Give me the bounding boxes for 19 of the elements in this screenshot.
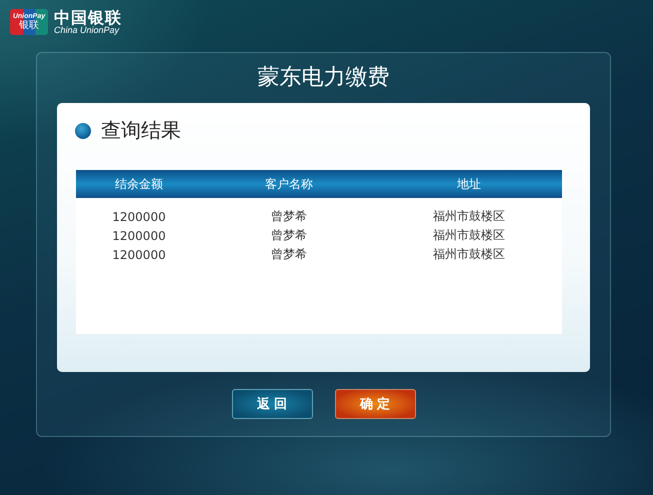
table-cell-text: 福州市鼓楼区 [432, 227, 506, 244]
table-cell-text: 1200000 [111, 248, 167, 262]
brand-name: China UnionPay [54, 26, 120, 34]
section-heading: 查询结果 [101, 117, 181, 144]
confirm-button[interactable]: 确定 [334, 389, 416, 419]
column-header: 客户名称 [264, 176, 314, 192]
back-button[interactable]: 返回 [232, 389, 312, 419]
page-title: 蒙东电力缴费 [258, 64, 390, 92]
table-cell-text: 福州市鼓楼区 [432, 246, 506, 263]
column-header: 地址 [456, 176, 482, 192]
table-cell-text: 福州市鼓楼区 [432, 208, 506, 225]
table-cell-text: 曾梦希 [270, 208, 308, 225]
table-cell-text: 1200000 [111, 228, 167, 242]
table-cell-text: 1200000 [111, 210, 167, 224]
table-cell-text: 曾梦希 [270, 227, 308, 244]
column-header: 结余金额 [114, 176, 164, 192]
brand-name: 中国银联 [54, 10, 122, 26]
table-cell-text: 曾梦希 [270, 246, 308, 263]
bullet-icon [75, 122, 91, 138]
